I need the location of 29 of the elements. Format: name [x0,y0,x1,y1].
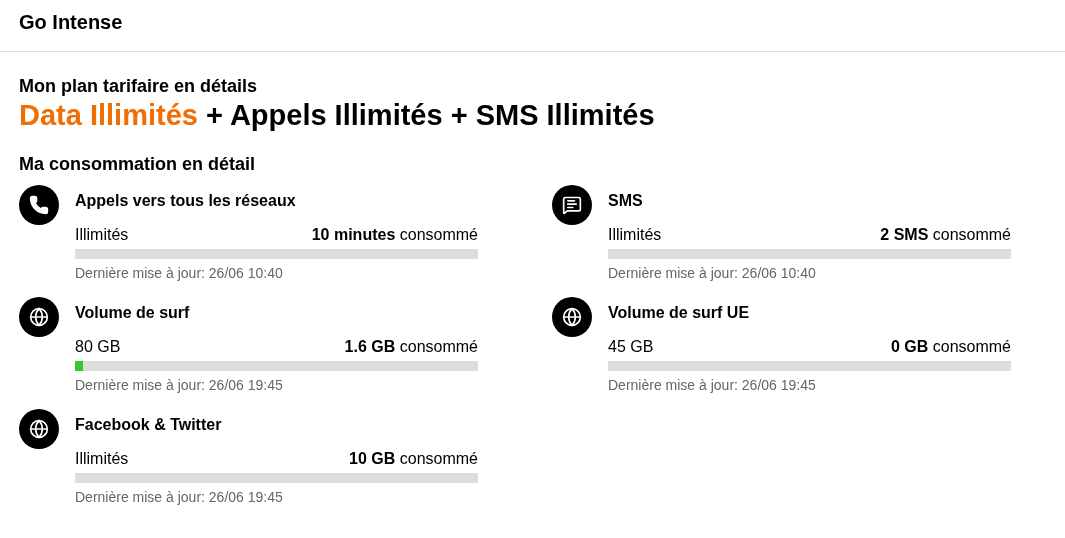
consumption-heading: Ma consommation en détail [19,153,256,175]
last-update: Dernière mise à jour: 26/06 19:45 [75,376,283,394]
plan-summary: Data Illimités + Appels Illimités + SMS Illimités [19,98,655,133]
usage-title: Volume de surf [75,303,190,323]
usage-allowance: Illimités [608,225,662,245]
usage-allowance: 80 GB [75,337,121,357]
usage-title: Appels vers tous les réseaux [75,191,296,211]
message-icon [552,185,592,225]
usage-allowance: Illimités [75,225,129,245]
globe-icon [19,297,59,337]
phone-icon [19,185,59,225]
last-update: Dernière mise à jour: 26/06 19:45 [608,376,816,394]
page-title: Go Intense [19,11,123,33]
last-update: Dernière mise à jour: 26/06 10:40 [608,264,816,282]
usage-consumed: 10 minutes consommé [311,225,478,245]
usage-allowance: Illimités [75,449,129,469]
last-update: Dernière mise à jour: 26/06 10:40 [75,264,283,282]
last-update: Dernière mise à jour: 26/06 19:45 [75,488,283,506]
usage-allowance: 45 GB [608,337,654,357]
usage-title: Volume de surf UE [608,303,750,323]
usage-title: SMS [608,191,643,211]
usage-consumed: 10 GB consommé [349,449,478,469]
globe-icon [552,297,592,337]
plan-heading: Mon plan tarifaire en détails [19,76,258,96]
usage-consumed: 2 SMS consommé [880,225,1011,245]
usage-title: Facebook & Twitter [75,415,222,435]
usage-consumed: 0 GB consommé [890,337,1011,357]
globe-icon [19,409,59,449]
usage-consumed: 1.6 GB consommé [344,337,478,357]
